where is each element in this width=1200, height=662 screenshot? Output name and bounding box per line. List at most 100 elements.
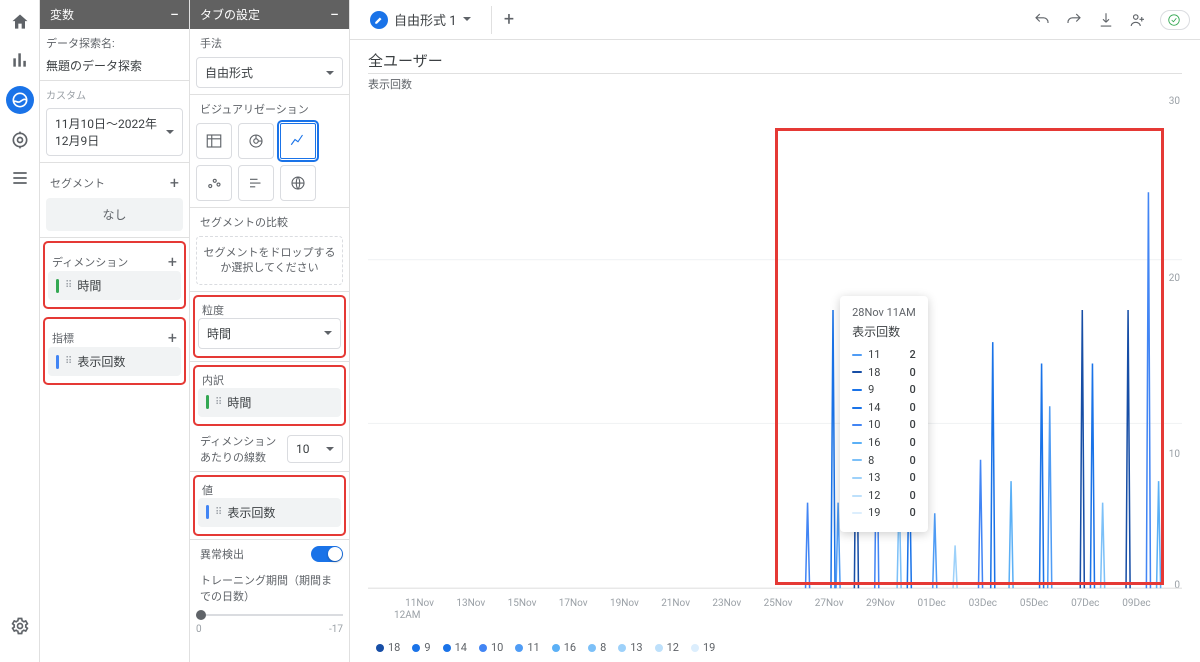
x-tick: 11Nov xyxy=(394,598,445,609)
tooltip-metric: 表示回数 xyxy=(852,323,916,340)
tab-settings-title: タブの設定 xyxy=(200,6,260,23)
date-range-value: 11月10日～2022年12月9日 xyxy=(55,115,166,149)
dimensions-label: ディメンション xyxy=(52,254,128,270)
nav-configure-icon[interactable] xyxy=(8,166,32,190)
legend-item[interactable]: 14 xyxy=(443,641,467,654)
drag-handle-icon[interactable]: ⠿ xyxy=(65,356,71,367)
canvas-topbar: 自由形式 1 + xyxy=(350,0,1200,40)
segments-section-header: セグメント + xyxy=(46,169,183,192)
dimension-chip-time[interactable]: ⠿ 時間 xyxy=(48,271,181,300)
legend-item[interactable]: 19 xyxy=(691,641,715,654)
nav-advertising-icon[interactable] xyxy=(8,128,32,152)
x-tick: 13Nov xyxy=(445,598,496,609)
add-metric-button[interactable]: + xyxy=(168,328,177,347)
breakdown-chip-time[interactable]: ⠿ 時間 xyxy=(198,388,341,417)
collapse-icon: − xyxy=(170,10,179,20)
nav-reports-icon[interactable] xyxy=(8,48,32,72)
lines-per-dim-select[interactable]: 10 xyxy=(287,435,343,463)
download-button[interactable] xyxy=(1096,10,1116,30)
viz-bar-button[interactable] xyxy=(238,165,274,201)
metric-chip-label: 表示回数 xyxy=(77,353,125,370)
segments-label: セグメント xyxy=(50,175,105,191)
add-tab-button[interactable]: + xyxy=(491,6,519,34)
viz-table-button[interactable] xyxy=(196,123,232,159)
x-tick: 15Nov xyxy=(496,598,547,609)
exploration-name[interactable]: 無題のデータ探索 xyxy=(46,57,183,74)
tooltip-row: 190 xyxy=(852,504,916,522)
chart-canvas: 全ユーザー 表示回数 30 20 10 0 xyxy=(350,40,1200,662)
variables-panel-header[interactable]: 変数 − xyxy=(40,0,189,29)
metric-chip-impressions[interactable]: ⠿ 表示回数 xyxy=(48,347,181,376)
chevron-down-icon xyxy=(326,71,334,79)
legend-item[interactable]: 12 xyxy=(655,641,679,654)
nav-settings-icon[interactable] xyxy=(8,614,32,638)
nav-home-icon[interactable] xyxy=(8,10,32,34)
chip-accent xyxy=(56,279,59,293)
chevron-down-icon xyxy=(324,331,332,339)
tooltip-row: 180 xyxy=(852,364,916,382)
tab-settings-panel: タブの設定 − 手法 自由形式 ビジュアリゼーション セグメントの比較 セグメン… xyxy=(190,0,350,662)
tab-settings-header[interactable]: タブの設定 − xyxy=(190,0,349,29)
value-label: 値 xyxy=(198,482,341,498)
sampling-status-chip[interactable] xyxy=(1160,10,1190,30)
date-range-picker[interactable]: 11月10日～2022年12月9日 xyxy=(46,108,183,156)
add-dimension-button[interactable]: + xyxy=(168,252,177,271)
share-button[interactable] xyxy=(1128,10,1148,30)
undo-button[interactable] xyxy=(1032,10,1052,30)
value-chip-impressions[interactable]: ⠿ 表示回数 xyxy=(198,498,341,527)
segments-none-card[interactable]: なし xyxy=(46,198,183,231)
x-tick: 19Nov xyxy=(599,598,650,609)
technique-value: 自由形式 xyxy=(205,64,253,81)
canvas-tab[interactable]: 自由形式 1 xyxy=(360,6,481,33)
segment-compare-dropzone[interactable]: セグメントをドロップするか選択してください xyxy=(196,236,343,285)
variables-panel: 変数 − データ探索名: 無題のデータ探索 カスタム 11月10日～2022年1… xyxy=(40,0,190,662)
viz-donut-button[interactable] xyxy=(238,123,274,159)
legend-item[interactable]: 16 xyxy=(552,641,576,654)
drag-handle-icon[interactable]: ⠿ xyxy=(65,280,71,291)
viz-scatter-button[interactable] xyxy=(196,165,232,201)
viz-line-button[interactable] xyxy=(280,123,316,159)
anomaly-detection-toggle[interactable] xyxy=(311,546,343,562)
legend-item[interactable]: 18 xyxy=(376,641,400,654)
left-navbar xyxy=(0,0,40,662)
drag-handle-icon[interactable]: ⠿ xyxy=(215,397,221,408)
dimensions-section-header: ディメンション + xyxy=(48,248,181,271)
breakdown-chip-label: 時間 xyxy=(227,394,251,411)
chart-plot-area[interactable]: 30 20 10 0 xyxy=(368,96,1182,631)
viz-geo-button[interactable] xyxy=(280,165,316,201)
segment-compare-label: セグメントの比較 xyxy=(196,214,343,230)
chart-tooltip: 28Nov 11AM 表示回数 112180901401001608013012… xyxy=(840,296,928,532)
legend-item[interactable]: 11 xyxy=(515,641,539,654)
lines-per-dim-value: 10 xyxy=(296,442,310,456)
technique-select[interactable]: 自由形式 xyxy=(196,57,343,88)
x-tick: 07Dec xyxy=(1060,598,1111,609)
slider-min: 0 xyxy=(196,624,202,635)
tooltip-row: 112 xyxy=(852,346,916,364)
drag-handle-icon[interactable]: ⠿ xyxy=(215,507,221,518)
edit-icon xyxy=(370,11,388,29)
chip-accent xyxy=(56,355,59,369)
redo-button[interactable] xyxy=(1064,10,1084,30)
nav-explore-icon[interactable] xyxy=(6,86,34,114)
tooltip-row: 160 xyxy=(852,434,916,452)
chart-title: 全ユーザー xyxy=(368,50,443,71)
annotation-highlight-box xyxy=(775,128,1164,585)
add-segment-button[interactable]: + xyxy=(170,173,179,192)
technique-label: 手法 xyxy=(196,35,343,51)
training-period-slider[interactable] xyxy=(196,614,343,616)
legend-item[interactable]: 8 xyxy=(588,641,606,654)
legend-item[interactable]: 10 xyxy=(479,641,503,654)
lines-per-dim-label: ディメンション あたりの線数 xyxy=(196,433,281,465)
metrics-label: 指標 xyxy=(52,330,74,346)
tooltip-row: 120 xyxy=(852,487,916,505)
legend-item[interactable]: 9 xyxy=(412,641,430,654)
granularity-select[interactable]: 時間 xyxy=(198,318,341,349)
x-tick: 29Nov xyxy=(855,598,906,609)
legend-item[interactable]: 13 xyxy=(618,641,642,654)
main-area: 自由形式 1 + 全ユーザー 表示回数 30 20 10 0 xyxy=(350,0,1200,662)
chevron-down-icon xyxy=(326,447,334,455)
tooltip-row: 90 xyxy=(852,381,916,399)
x-tick: 27Nov xyxy=(804,598,855,609)
canvas-tab-name: 自由形式 1 xyxy=(394,10,457,29)
chip-accent xyxy=(206,395,209,409)
